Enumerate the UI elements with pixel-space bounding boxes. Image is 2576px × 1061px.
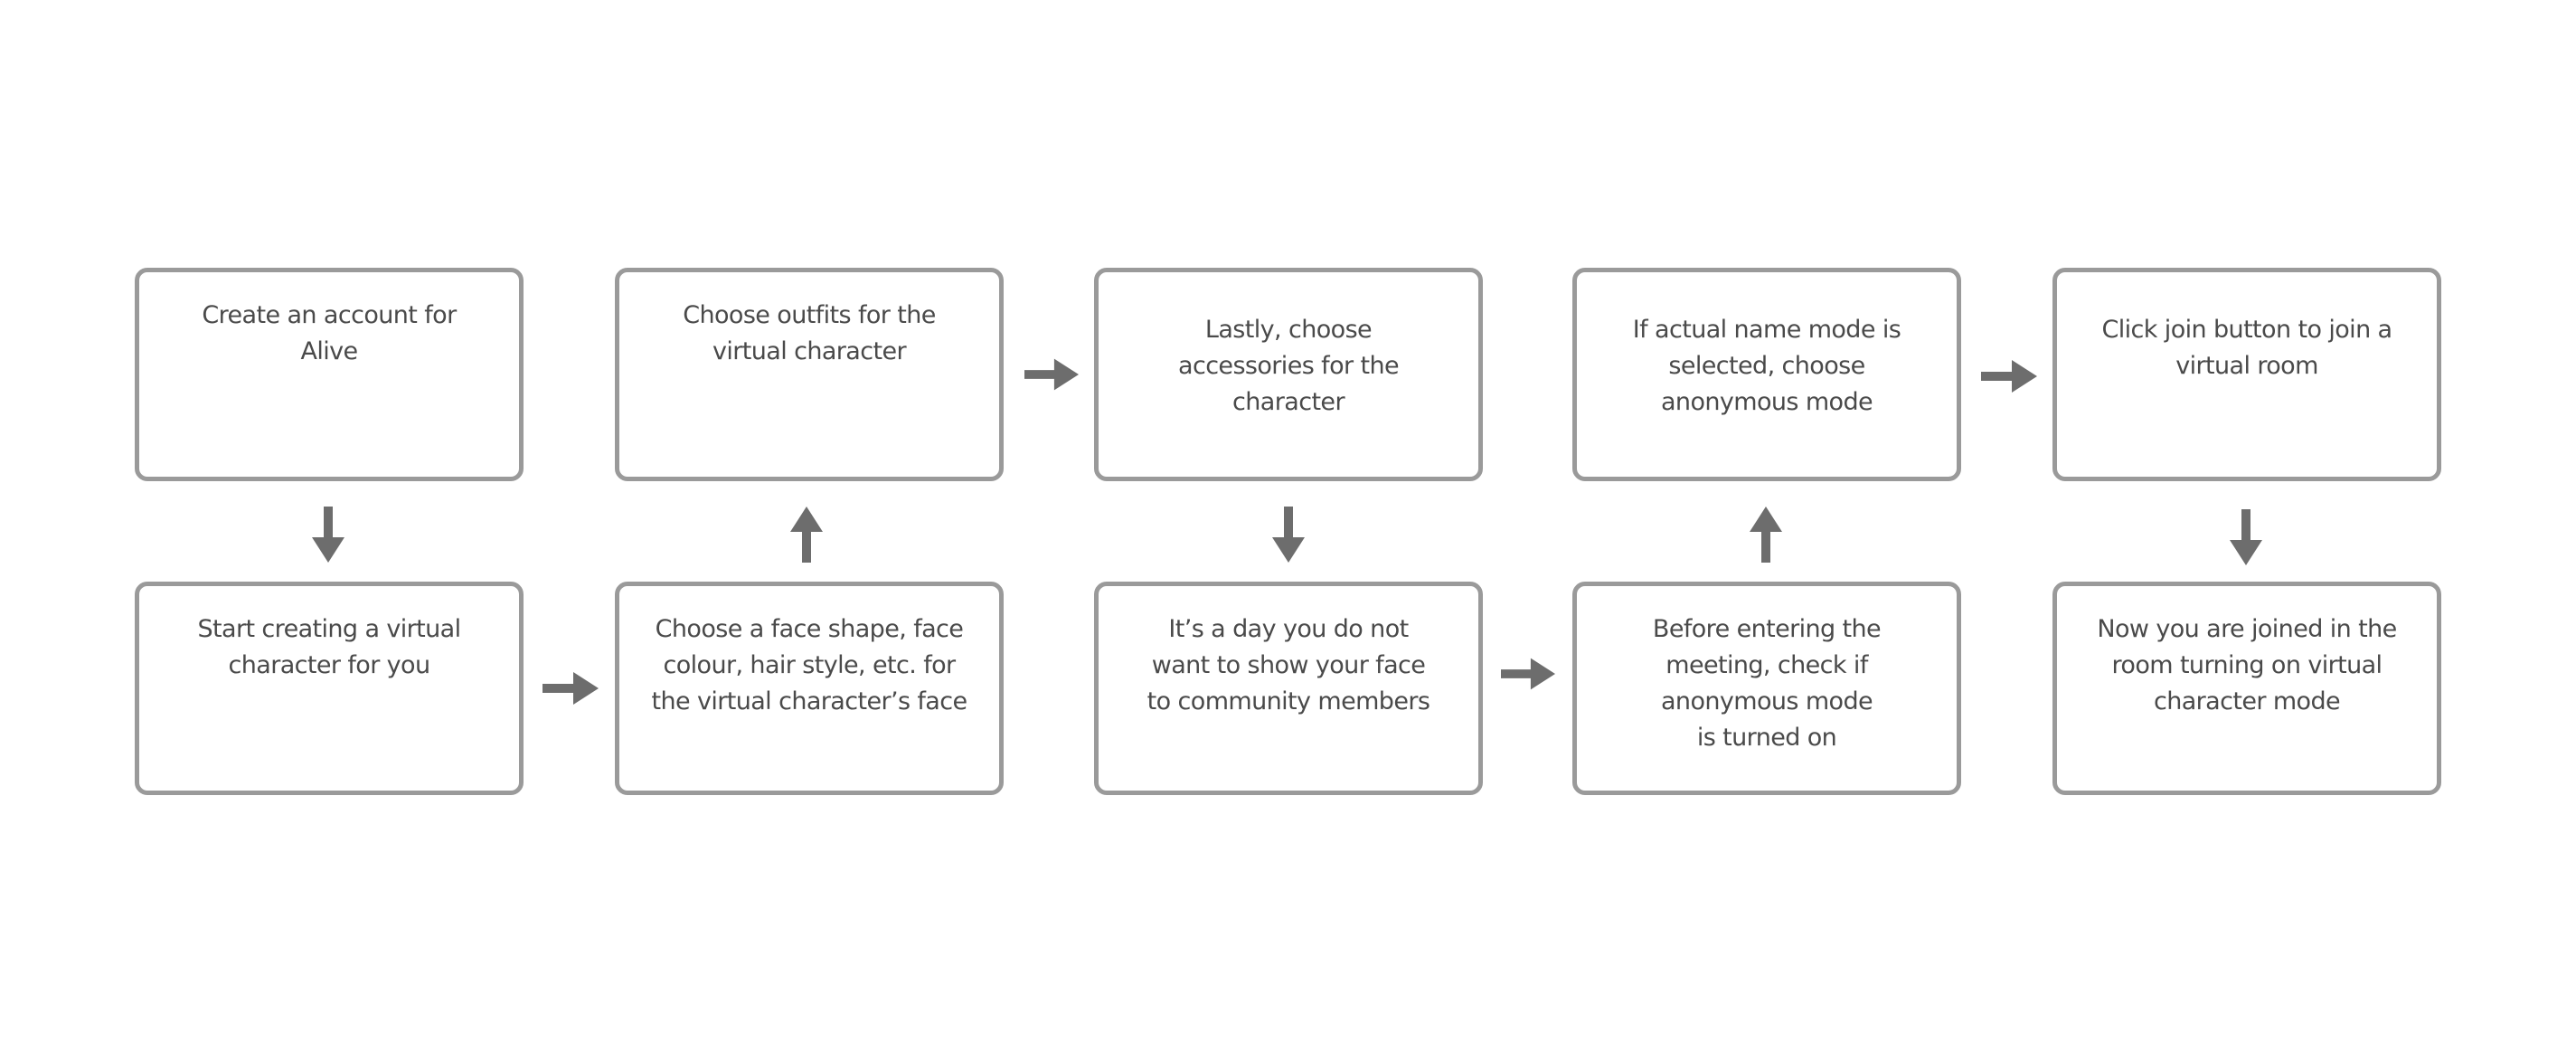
arrow-right-icon (543, 672, 599, 705)
step-start-character: Start creating a virtual character for y… (135, 582, 524, 795)
step-check-anonymous: Before entering the meeting, check if an… (1572, 582, 1961, 795)
step-hide-face: It’s a day you do not want to show your … (1094, 582, 1483, 795)
arrow-down-icon (312, 507, 344, 563)
arrow-up-icon (1750, 507, 1782, 563)
arrow-down-icon (1272, 507, 1305, 563)
step-choose-face: Choose a face shape, face colour, hair s… (615, 582, 1004, 795)
step-choose-anonymous: If actual name mode is selected, choose … (1572, 268, 1961, 481)
arrow-right-icon (1501, 658, 1555, 690)
step-choose-accessories: Lastly, choose accessories for the chara… (1094, 268, 1483, 481)
step-click-join: Click join button to join a virtual room (2052, 268, 2441, 481)
step-create-account: Create an account for Alive (135, 268, 524, 481)
step-choose-outfits: Choose outfits for the virtual character (615, 268, 1004, 481)
arrow-up-icon (790, 507, 823, 563)
arrow-right-icon (1024, 358, 1079, 391)
step-joined-room: Now you are joined in the room turning o… (2052, 582, 2441, 795)
arrow-down-icon (2230, 509, 2262, 565)
arrow-right-icon (1981, 360, 2037, 393)
